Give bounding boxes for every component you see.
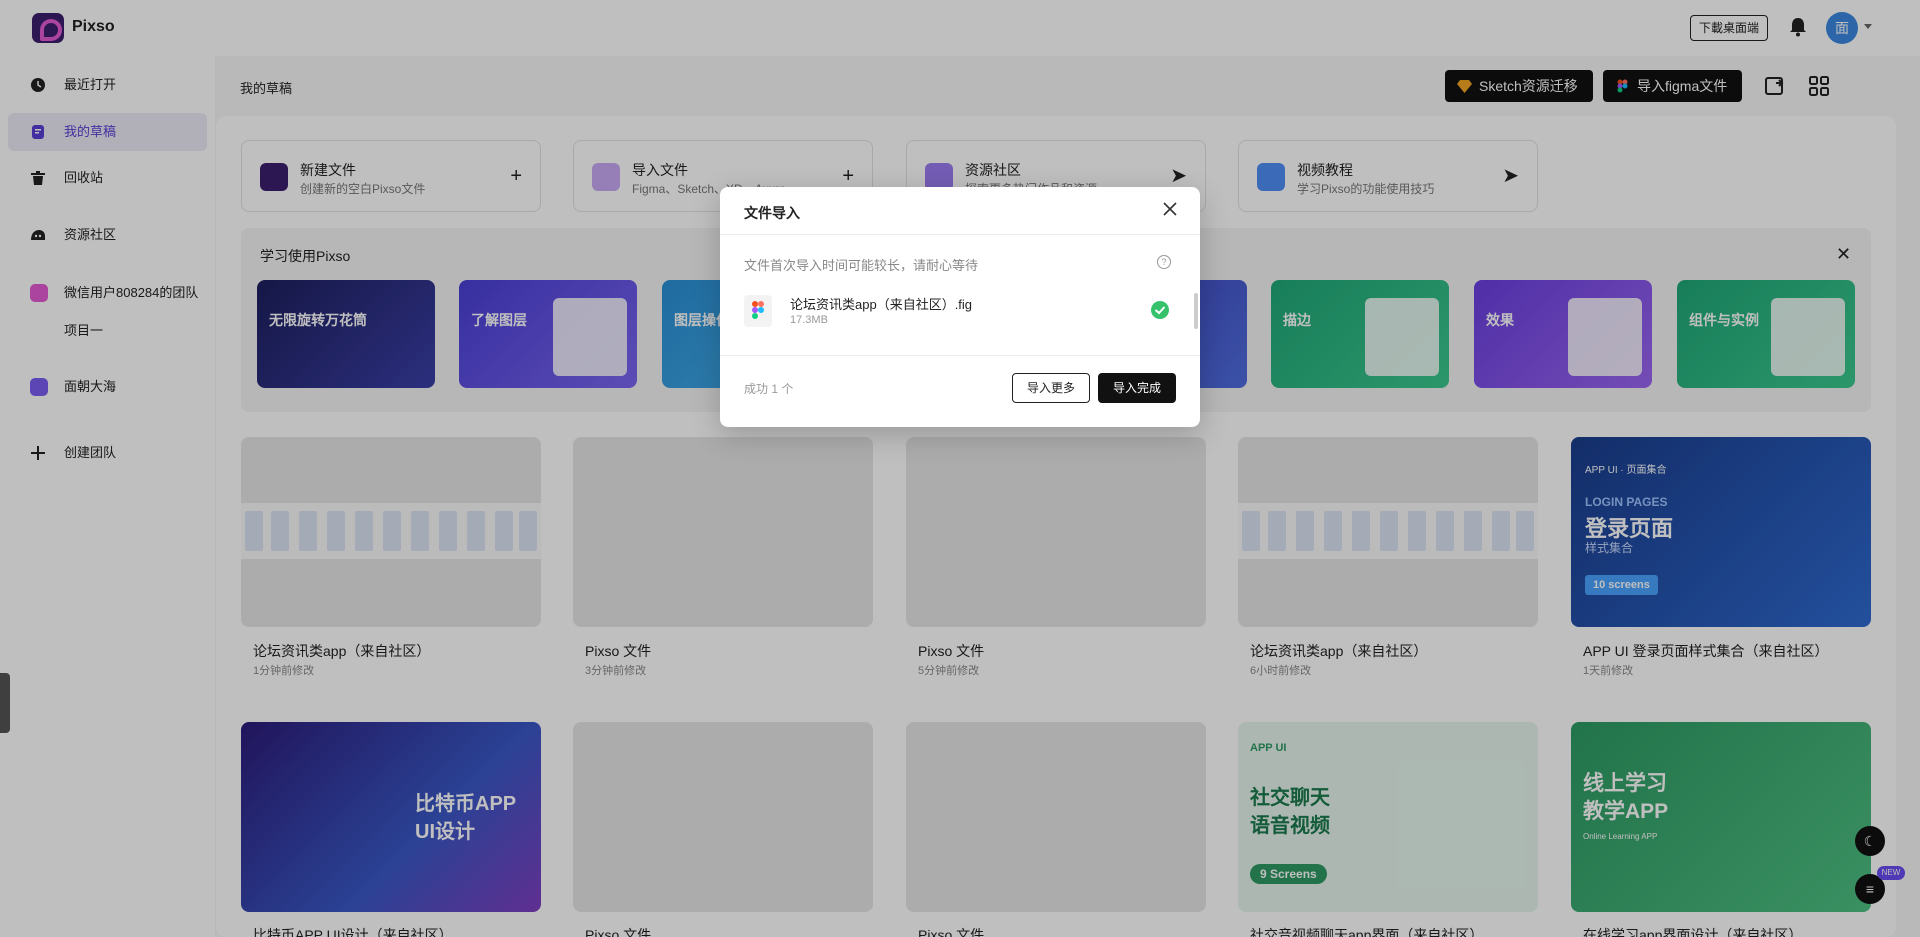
file-import-dialog: 文件导入 文件首次导入时间可能较长，请耐心等待 ? 论坛资讯类app（来自社区）…: [720, 187, 1200, 427]
import-file-size: 17.3MB: [790, 314, 828, 326]
modal-overlay[interactable]: [0, 0, 1920, 937]
import-done-button[interactable]: 导入完成: [1098, 373, 1176, 403]
success-check-icon: [1151, 301, 1169, 319]
figma-file-icon: [744, 295, 772, 327]
close-icon[interactable]: [1160, 199, 1180, 219]
import-notice: 文件首次导入时间可能较长，请耐心等待: [744, 258, 979, 273]
divider: [720, 234, 1200, 235]
divider: [720, 355, 1200, 356]
success-count: 成功 1 个: [744, 382, 794, 396]
dialog-title: 文件导入: [744, 205, 800, 221]
help-icon[interactable]: ?: [1157, 255, 1171, 269]
import-file-name: 论坛资讯类app（来自社区）.fig: [790, 297, 973, 312]
import-more-button[interactable]: 导入更多: [1012, 373, 1090, 403]
list-scrollbar[interactable]: [1194, 293, 1198, 329]
